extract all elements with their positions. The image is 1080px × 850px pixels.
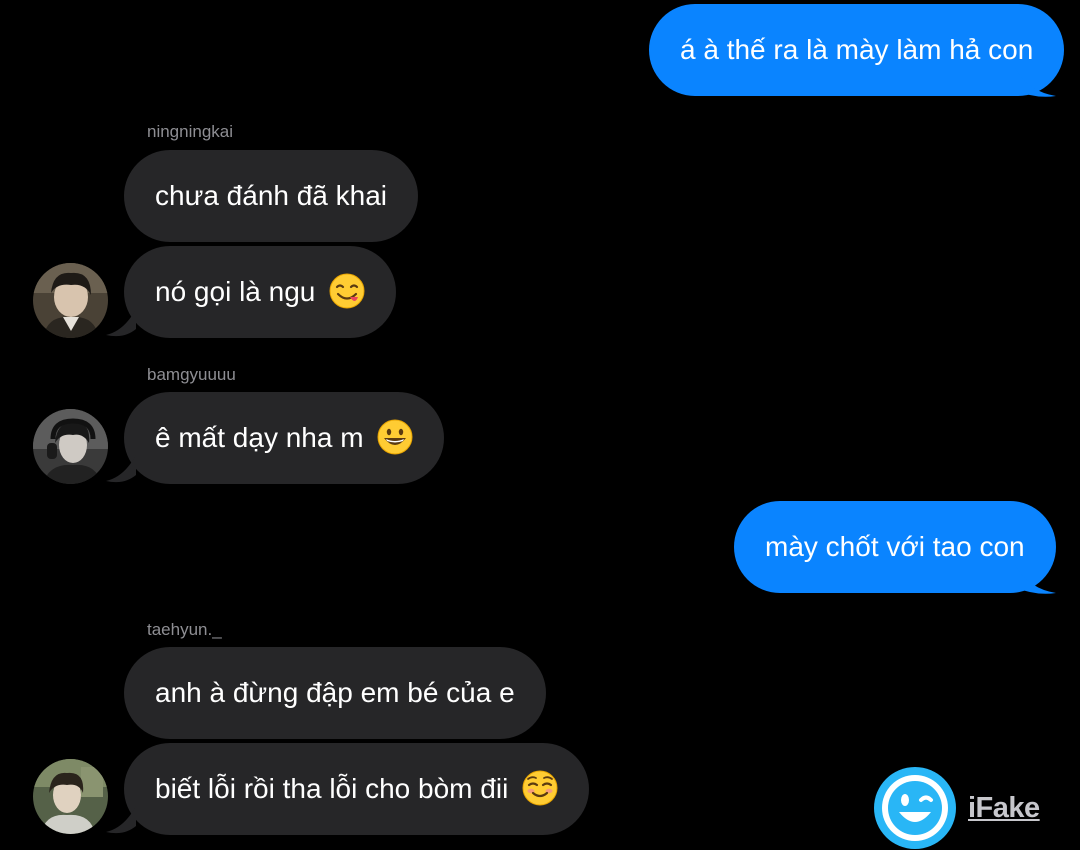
outgoing-bubble-tail [1015, 68, 1056, 97]
outgoing-message[interactable]: á à thế ra là mày làm hả con [649, 4, 1065, 96]
message-text: biết lỗi rồi tha lỗi cho bòm đii [155, 773, 509, 804]
watermark: iFake [873, 766, 1043, 849]
outgoing-message[interactable]: mày chốt với tao con [734, 501, 1056, 593]
incoming-bubble-tail [106, 309, 136, 337]
incoming-message[interactable]: ê mất dạy nha m [124, 392, 445, 484]
message-text: chưa đánh đã khai [155, 180, 388, 211]
incoming-message[interactable]: chưa đánh đã khai [124, 150, 419, 242]
incoming-message[interactable]: anh à đừng đập em bé của e [124, 647, 546, 739]
sender-name: ningningkai [147, 122, 234, 141]
outgoing-bubble-tail [1015, 565, 1056, 594]
message-text: á à thế ra là mày làm hả con [680, 34, 1034, 65]
smiling-face-icon [522, 770, 558, 806]
winking-face-logo-icon [874, 767, 956, 849]
sender-name: taehyun._ [147, 620, 222, 639]
message-text: nó gọi là ngu [155, 276, 316, 307]
message-text: anh à đừng đập em bé của e [155, 677, 515, 708]
face-savoring-food-icon [329, 273, 365, 309]
message-text: mày chốt với tao con [765, 531, 1025, 562]
incoming-bubble-tail [106, 455, 136, 483]
message-text: ê mất dạy nha m [155, 422, 364, 453]
sender-name: bamgyuuuu [147, 365, 236, 384]
watermark-text: iFake [968, 792, 1040, 824]
incoming-bubble-tail [106, 806, 136, 834]
avatar[interactable] [33, 759, 108, 834]
grinning-face-icon [377, 419, 413, 455]
avatar[interactable] [33, 263, 108, 338]
incoming-message[interactable]: biết lỗi rồi tha lỗi cho bòm đii [124, 743, 590, 835]
avatar[interactable] [33, 409, 108, 484]
incoming-message[interactable]: nó gọi là ngu [124, 246, 397, 338]
